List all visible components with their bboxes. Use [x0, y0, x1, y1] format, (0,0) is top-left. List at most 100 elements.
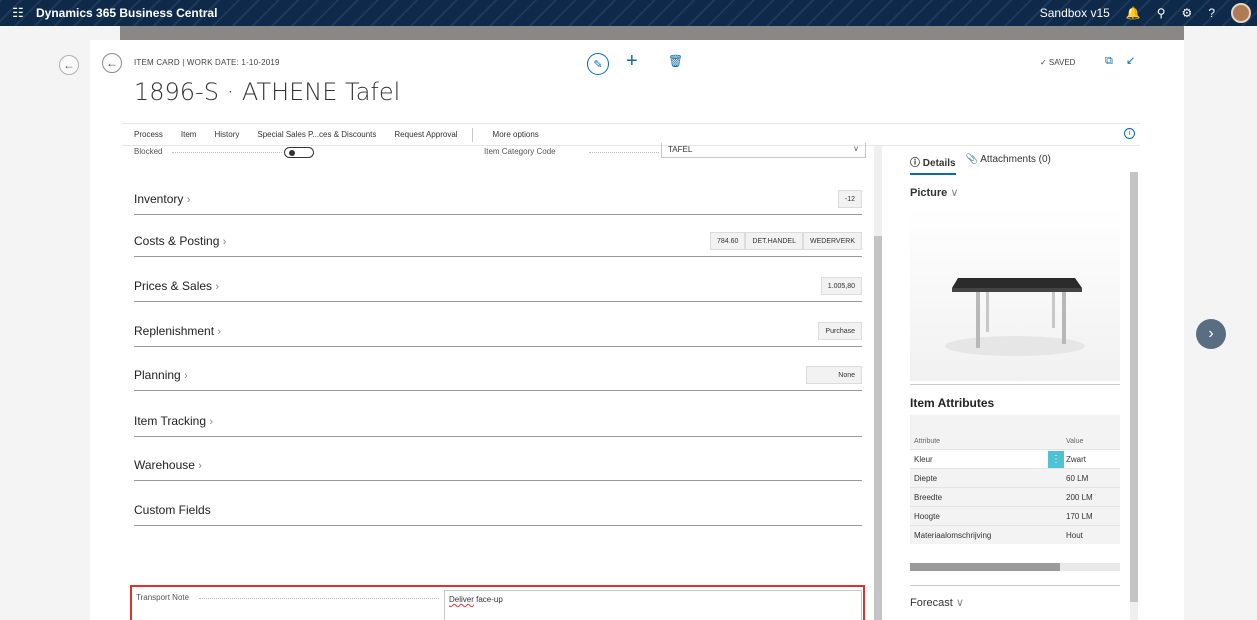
item-category-value: TAFEL: [668, 145, 693, 154]
section-title: Warehouse: [134, 458, 195, 472]
transport-note-highlight: Transport Note Deliver face-up: [130, 585, 865, 620]
spellcheck-word: Deliver: [449, 595, 474, 604]
attribute-value: 170 LM: [1066, 511, 1093, 521]
back-icon[interactable]: ←: [59, 55, 79, 75]
breadcrumb: ITEM CARD | WORK DATE: 1-10-2019: [134, 58, 280, 67]
divider: [471, 127, 473, 142]
section-prices-sales[interactable]: Prices & Sales › 1.005,80: [134, 277, 862, 302]
notification-icon[interactable]: 🔔: [1126, 6, 1141, 20]
tab-details[interactable]: ⓘ Details: [910, 154, 956, 175]
edit-icon[interactable]: ✎: [587, 53, 609, 75]
plus-icon[interactable]: +: [626, 50, 638, 73]
forecast-title: Forecast: [910, 597, 953, 609]
action-special-sales[interactable]: Special Sales P...ces & Discounts: [245, 130, 382, 139]
back-icon[interactable]: ←: [102, 53, 122, 73]
attributes-horizontal-scrollbar[interactable]: [910, 563, 1120, 571]
table-row[interactable]: Kleur ⋮ Zwart: [910, 449, 1120, 468]
waffle-icon[interactable]: ☷: [0, 0, 36, 26]
section-title: Item Tracking: [134, 414, 207, 428]
dotted-leader: [199, 598, 439, 599]
section-inventory[interactable]: Inventory › -12: [134, 190, 862, 215]
inventory-posting-badge: WEDERVERK: [803, 232, 862, 250]
chevron-down-icon: ∨: [950, 187, 959, 199]
divider: [910, 384, 1120, 385]
next-record-icon[interactable]: ›: [1196, 319, 1226, 349]
picture-title: Picture: [910, 187, 948, 199]
unit-cost-badge: 784.60: [710, 232, 746, 250]
settings-icon[interactable]: ⚙: [1182, 6, 1193, 20]
action-more-options[interactable]: More options: [481, 130, 545, 139]
transport-note-label: Transport Note: [136, 593, 190, 602]
blocked-toggle[interactable]: [284, 147, 314, 158]
attribute-name: Materiaalomschrijving: [914, 530, 992, 540]
chevron-down-icon: ∨: [955, 597, 964, 609]
dotted-leader: [172, 152, 282, 153]
divider: [910, 585, 1120, 586]
section-title: Inventory: [134, 192, 184, 206]
info-icon[interactable]: i: [1124, 128, 1135, 139]
section-title: Planning: [134, 368, 181, 382]
column-header-value: Value: [1066, 438, 1084, 445]
factbox-tabs: ⓘ Details 📎 Attachments (0): [910, 154, 1051, 175]
forecast-header[interactable]: Forecast ∨: [910, 596, 964, 609]
attributes-header-row: Attribute Value: [910, 415, 1120, 449]
blocked-category-row: Blocked Item Category Code TAFEL ∨: [134, 143, 867, 160]
action-history[interactable]: History: [202, 130, 245, 139]
table-row[interactable]: Breedte 200 LM: [910, 487, 1120, 506]
section-replenishment[interactable]: Replenishment › Purchase: [134, 322, 862, 347]
section-warehouse[interactable]: Warehouse ›: [134, 456, 862, 481]
action-request-approval[interactable]: Request Approval: [382, 130, 463, 139]
factbox-pane: ⓘ Details 📎 Attachments (0) Picture ∨ It…: [900, 146, 1125, 620]
action-process[interactable]: Process: [122, 130, 169, 139]
chevron-right-icon: ›: [186, 194, 191, 206]
table-row[interactable]: Diepte 60 LM: [910, 468, 1120, 487]
scrollbar-thumb[interactable]: [1130, 172, 1138, 602]
table-image: [945, 278, 1085, 356]
row-menu-icon[interactable]: ⋮: [1048, 451, 1064, 468]
saved-status: ✓ SAVED: [1040, 58, 1076, 67]
main-scrollbar[interactable]: [874, 146, 882, 620]
picture-header[interactable]: Picture ∨: [910, 186, 958, 199]
chevron-down-icon: ∨: [853, 144, 859, 153]
gen-prod-posting-badge: DET.HANDEL: [745, 232, 803, 250]
attribute-value: Hout: [1066, 530, 1083, 540]
inventory-badge: -12: [837, 190, 862, 208]
chevron-right-icon: ›: [217, 326, 222, 338]
collapse-icon[interactable]: ↙: [1126, 54, 1135, 67]
item-picture: [910, 206, 1120, 381]
environment-label[interactable]: Sandbox v15: [1040, 6, 1110, 20]
app-name[interactable]: Dynamics 365 Business Central: [36, 6, 217, 20]
table-row[interactable]: Hoogte 170 LM: [910, 506, 1120, 525]
item-category-select[interactable]: TAFEL ∨: [661, 143, 866, 158]
chevron-right-icon: ›: [198, 460, 202, 472]
item-category-label: Item Category Code: [484, 147, 556, 156]
item-attributes-title: Item Attributes: [910, 396, 995, 410]
chevron-right-icon: ›: [209, 416, 214, 428]
scrollbar-thumb[interactable]: [910, 563, 1060, 571]
attribute-value: Zwart: [1066, 454, 1086, 464]
factbox-scrollbar[interactable]: [1130, 172, 1138, 620]
section-title: Custom Fields: [134, 503, 211, 517]
section-item-tracking[interactable]: Item Tracking ›: [134, 412, 862, 437]
section-title: Replenishment: [134, 324, 215, 338]
scrollbar-thumb[interactable]: [874, 236, 882, 620]
section-planning[interactable]: Planning › None: [134, 366, 862, 391]
top-right-actions: Sandbox v15 🔔 ⚲ ⚙ ?: [1040, 0, 1251, 26]
table-row[interactable]: Materiaalomschrijving Hout: [910, 525, 1120, 544]
tab-attachments[interactable]: 📎 Attachments (0): [966, 154, 1051, 175]
section-title: Prices & Sales: [134, 279, 213, 293]
unit-price-badge: 1.005,80: [820, 277, 862, 295]
delete-icon[interactable]: 🗑: [668, 54, 683, 68]
help-icon[interactable]: ?: [1208, 6, 1215, 20]
section-custom-fields[interactable]: Custom Fields: [134, 501, 862, 526]
search-icon[interactable]: ⚲: [1157, 6, 1166, 20]
transport-note-text: face-up: [473, 595, 503, 604]
avatar[interactable]: [1231, 3, 1251, 23]
action-item[interactable]: Item: [169, 130, 203, 139]
transport-note-field[interactable]: Deliver face-up: [444, 590, 862, 620]
open-new-window-icon[interactable]: ⧉: [1105, 55, 1113, 68]
attribute-name: Kleur: [914, 454, 933, 464]
chevron-right-icon: ›: [184, 370, 188, 382]
section-costs-posting[interactable]: Costs & Posting › 784.60 DET.HANDEL WEDE…: [134, 232, 862, 257]
attribute-value: 60 LM: [1066, 473, 1089, 483]
